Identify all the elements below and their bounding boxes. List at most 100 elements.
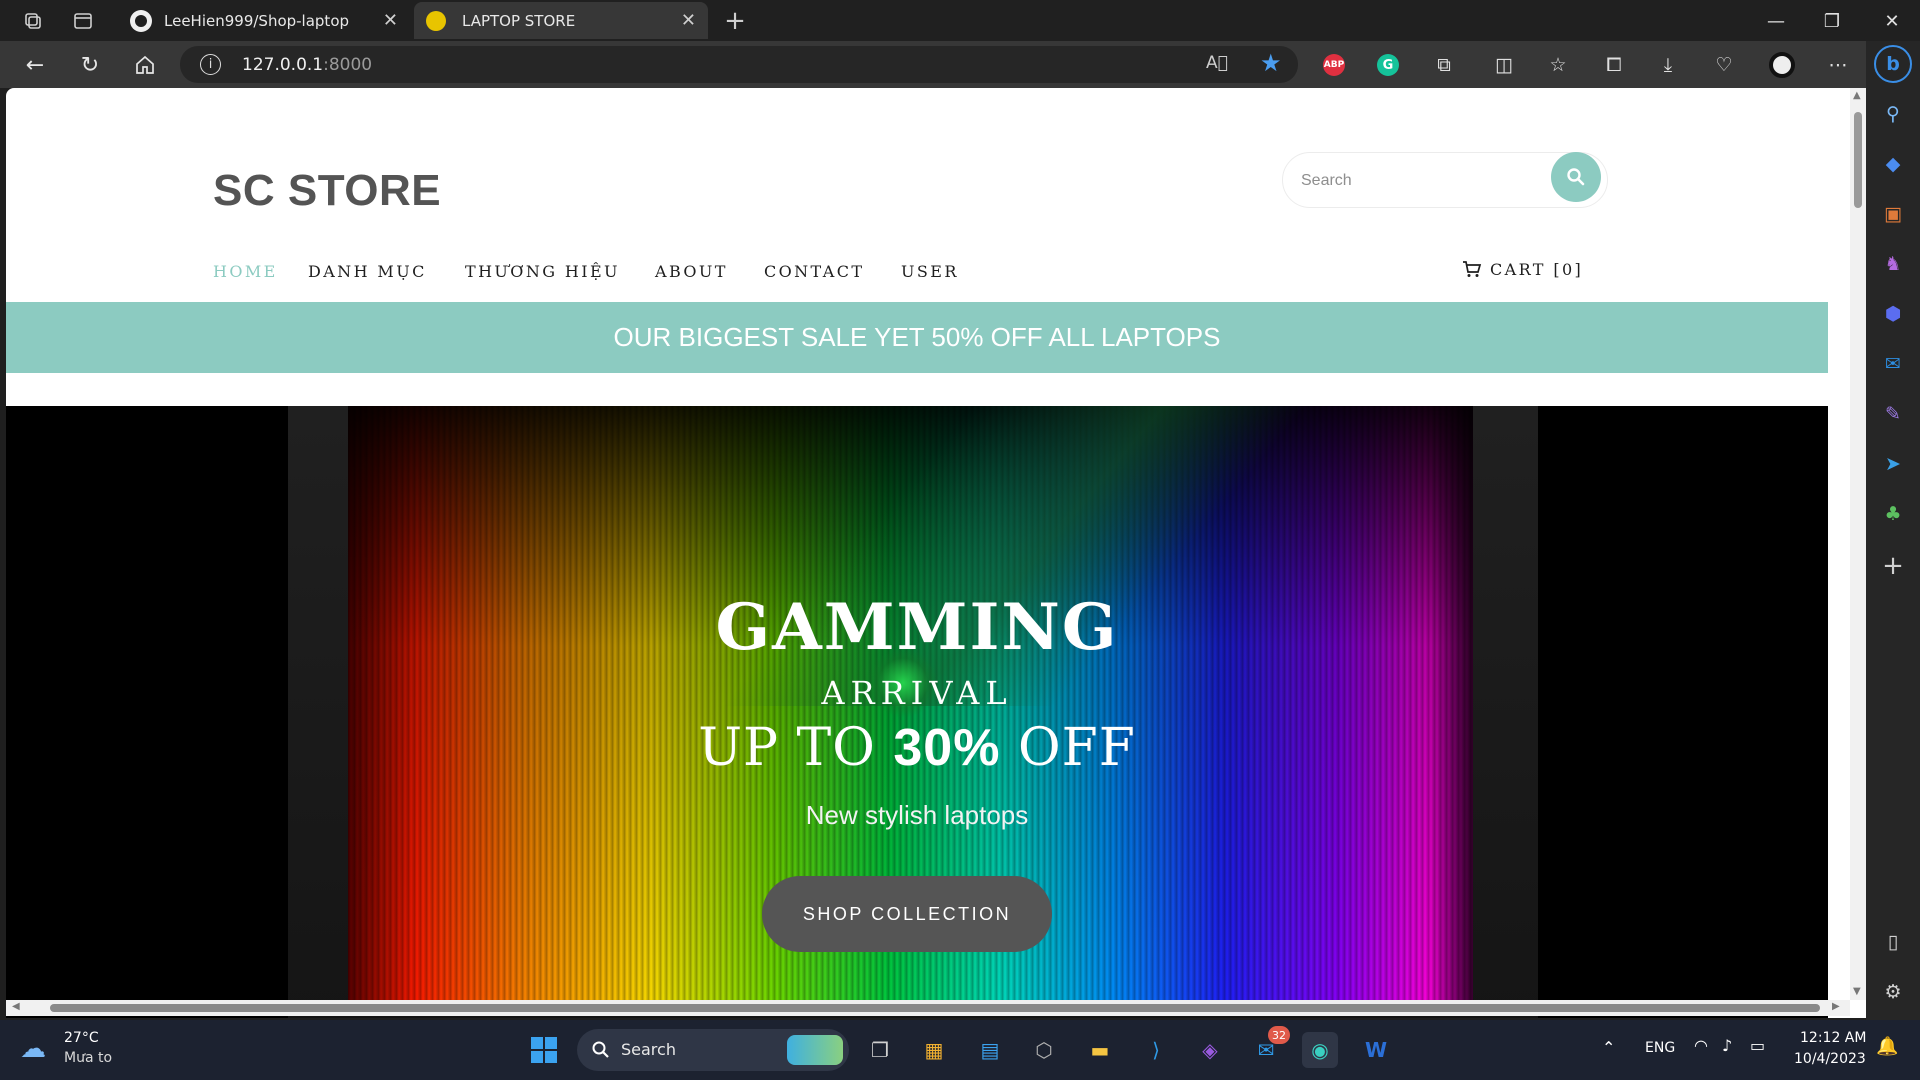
shop-collection-button[interactable]: SHOP COLLECTION (762, 876, 1052, 952)
close-tab-icon[interactable]: ✕ (383, 10, 398, 31)
more-options-icon[interactable]: ⋯ (1822, 50, 1854, 80)
weather-temperature[interactable]: 27°C (64, 1030, 99, 1046)
notification-bell-icon[interactable]: 🔔 (1876, 1036, 1898, 1057)
search-input[interactable] (1301, 167, 1541, 195)
nav-user[interactable]: USER (901, 262, 959, 281)
restore-icon[interactable]: ❐ (1812, 6, 1852, 36)
favorite-star-icon[interactable]: ★ (1260, 49, 1282, 77)
cart-link[interactable]: CART [0] (1462, 259, 1583, 279)
extensions-icon[interactable]: ⧉ (1428, 50, 1460, 80)
profile-avatar[interactable] (1766, 50, 1798, 80)
search-icon (592, 1041, 609, 1058)
clock-date[interactable]: 10/4/2023 (1794, 1051, 1866, 1067)
close-window-icon[interactable]: ✕ (1872, 6, 1912, 36)
hide-sidebar-icon[interactable]: ▯ (1876, 925, 1910, 959)
clock-time[interactable]: 12:12 AM (1800, 1030, 1866, 1046)
browser-essentials-icon[interactable]: ♡ (1708, 50, 1740, 80)
workspaces-icon[interactable] (18, 6, 48, 36)
tab-actions-icon[interactable] (68, 6, 98, 36)
drop-icon[interactable]: ➤ (1876, 447, 1910, 481)
taskbar-search-label: Search (621, 1040, 676, 1059)
vertical-scrollbar[interactable]: ▲ ▼ (1850, 88, 1866, 1000)
github-icon (130, 9, 152, 32)
collections-icon[interactable]: ⧠ (1598, 50, 1630, 80)
taskbar-search[interactable]: Search (577, 1029, 849, 1071)
close-tab-icon[interactable]: ✕ (681, 10, 696, 31)
browser-toolbar: ← ↻ i 127.0.0.1:8000 A᪲ ★ ABP G ⧉ ◫ ☆ ⧠ … (0, 41, 1920, 88)
store-icon (426, 10, 446, 31)
volume-icon[interactable]: ♪ (1722, 1036, 1732, 1055)
edge-sidebar: b ⚲ ◆ ▣ ♞ ⬢ ✉ ✎ ➤ ♣ + ▯ ⚙ (1866, 41, 1920, 1020)
microsoft-store-icon[interactable]: ▦ (916, 1032, 952, 1068)
favorites-icon[interactable]: ☆ (1542, 50, 1574, 80)
microsoft-365-icon[interactable]: ⬢ (1876, 297, 1910, 331)
show-hidden-icons-chevron-icon[interactable]: ⌃ (1602, 1038, 1615, 1057)
hero-slide: GAMMING ARRIVAL UP TO 30% OFF New stylis… (6, 406, 1828, 1018)
url-text: 127.0.0.1:8000 (242, 55, 373, 75)
split-screen-icon[interactable]: ◫ (1488, 50, 1520, 80)
nav-home[interactable]: HOME (213, 262, 278, 281)
task-view-icon[interactable]: ❐ (862, 1032, 898, 1068)
windows-taskbar: ☁ 27°C Mưa to Search ❐ ▦ ▤ ⬡ ▬ ⟩ ◈ ✉ 32 ◉… (0, 1020, 1920, 1080)
shopping-icon[interactable]: ◆ (1876, 147, 1910, 181)
file-explorer-icon[interactable]: ▬ (1082, 1032, 1118, 1068)
snipping-tool-icon[interactable]: ▤ (972, 1032, 1008, 1068)
horizontal-scroll-thumb[interactable] (50, 1004, 1820, 1012)
address-bar[interactable]: i 127.0.0.1:8000 A᪲ ★ (180, 46, 1298, 83)
games-icon[interactable]: ♞ (1876, 247, 1910, 281)
new-tab-icon[interactable]: + (720, 6, 750, 36)
search-icon (1567, 168, 1585, 186)
designer-icon[interactable]: ✎ (1876, 397, 1910, 431)
home-icon[interactable] (128, 49, 162, 81)
site-logo[interactable]: SC STORE (213, 166, 441, 216)
tree-icon[interactable]: ♣ (1876, 497, 1910, 531)
search-button[interactable] (1551, 152, 1601, 202)
weather-icon[interactable]: ☁ (20, 1034, 46, 1064)
weather-description[interactable]: Mưa to (64, 1050, 112, 1066)
vscode-icon[interactable]: ⟩ (1138, 1032, 1174, 1068)
add-sidebar-app-icon[interactable]: + (1876, 549, 1910, 583)
vertical-scroll-thumb[interactable] (1854, 112, 1862, 208)
language-indicator[interactable]: ENG (1645, 1040, 1675, 1056)
scroll-left-icon[interactable]: ◀ (12, 1001, 20, 1012)
hero-tagline: New stylish laptops (805, 800, 1029, 830)
bing-copilot-icon[interactable]: b (1874, 45, 1912, 83)
tools-icon[interactable]: ▣ (1876, 197, 1910, 231)
scroll-down-icon[interactable]: ▼ (1853, 986, 1861, 997)
nav-thuong-hieu[interactable]: THƯƠNG HIỆU (465, 262, 620, 281)
grammarly-icon[interactable]: G (1372, 50, 1404, 80)
nav-contact[interactable]: CONTACT (764, 262, 864, 281)
refresh-icon[interactable]: ↻ (73, 49, 107, 81)
search-icon[interactable]: ⚲ (1876, 97, 1910, 131)
outlook-icon[interactable]: ✉ (1876, 347, 1910, 381)
mail-app-icon[interactable]: ✉ 32 (1248, 1026, 1290, 1068)
nav-danh-muc[interactable]: DANH MỤC (308, 262, 427, 281)
settings-gear-icon[interactable]: ⚙ (1876, 975, 1910, 1009)
back-icon[interactable]: ← (18, 49, 52, 81)
search-highlight-image (787, 1035, 843, 1065)
nav-about[interactable]: ABOUT (655, 262, 728, 281)
downloads-icon[interactable]: ⤓ (1652, 50, 1684, 80)
battery-icon[interactable]: ▭ (1750, 1036, 1765, 1055)
start-button[interactable] (526, 1032, 562, 1068)
site-info-icon[interactable]: i (200, 54, 221, 75)
tab-laptop-store[interactable]: LAPTOP STORE ✕ (414, 2, 708, 39)
unity-icon[interactable]: ⬡ (1026, 1032, 1062, 1068)
tab-title: LeeHien999/Shop-laptop (164, 11, 350, 30)
windows-logo-icon (531, 1037, 557, 1063)
adblock-icon[interactable]: ABP (1318, 50, 1350, 80)
scroll-right-icon[interactable]: ▶ (1832, 1001, 1840, 1012)
web-page: SC STORE HOME DANH MỤC THƯƠNG HIỆU ABOUT… (6, 88, 1866, 1018)
scroll-up-icon[interactable]: ▲ (1853, 90, 1861, 101)
browser-tab-bar: LeeHien999/Shop-laptop ✕ LAPTOP STORE ✕ … (0, 0, 1920, 41)
horizontal-scrollbar[interactable]: ◀ ▶ (6, 1000, 1850, 1016)
wifi-icon[interactable]: ◠ (1694, 1036, 1708, 1055)
visual-studio-icon[interactable]: ◈ (1192, 1032, 1228, 1068)
tab-title: LAPTOP STORE (462, 11, 576, 30)
minimize-icon[interactable]: — (1756, 6, 1796, 36)
read-aloud-icon[interactable]: A᪲ (1206, 53, 1228, 73)
hero-offer: UP TO 30% OFF (698, 718, 1136, 778)
tab-github[interactable]: LeeHien999/Shop-laptop ✕ (118, 2, 410, 39)
word-icon[interactable]: W (1358, 1032, 1394, 1068)
edge-browser-icon[interactable]: ◉ (1302, 1032, 1338, 1068)
